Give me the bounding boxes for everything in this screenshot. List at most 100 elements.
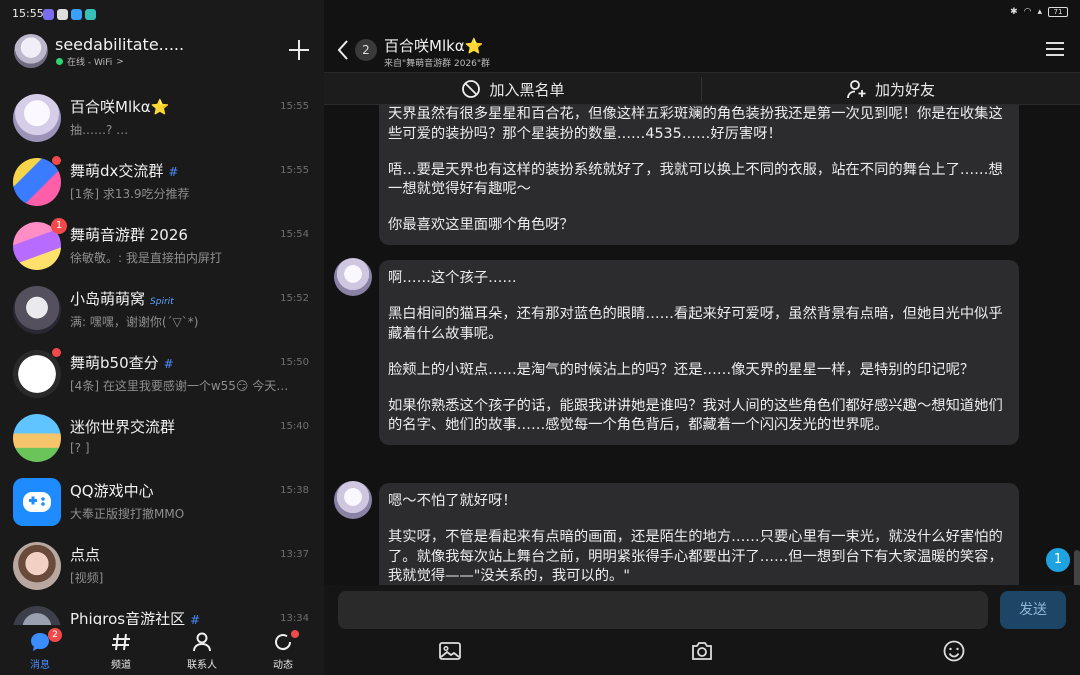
nav-contacts[interactable]: 联系人 <box>172 631 232 671</box>
emoji-button[interactable] <box>942 639 968 665</box>
list-item[interactable]: Phigros音游社区 # 13:34 <box>0 598 324 625</box>
unread-dot <box>52 348 61 357</box>
message-text: 黑白相间的猫耳朵，还有那对蓝色的眼睛……看起来好可爱呀，虽然背景有点暗，但她目光… <box>388 306 1003 342</box>
list-item[interactable]: 点点 [视频] 13:37 <box>0 534 324 598</box>
list-item[interactable]: 舞萌b50查分 # [4条] 在这里我要感谢一个w55😏 今天… 15:50 <box>0 342 324 406</box>
conversation-time: 13:37 <box>280 549 309 560</box>
chat-title: 百合咲Mlkα⭐ <box>384 37 484 55</box>
list-item[interactable]: 百合咲Mlkα⭐ 抽……? … 15:55 <box>0 86 324 150</box>
unread-dot <box>291 630 299 638</box>
conversation-preview: 满: 嘿嘿，谢谢你(´▽`*) <box>70 315 199 329</box>
menu-bar <box>1046 42 1064 44</box>
conversation-name: 舞萌音游群 2026 <box>70 226 188 244</box>
nav-label: 消息 <box>30 660 50 671</box>
image-icon <box>439 642 461 660</box>
conversation-name: 百合咲Mlkα⭐ <box>70 98 170 116</box>
conversation-preview: [1条] 求13.9吃分推荐 <box>70 187 190 201</box>
app-window: 15:55 seedabilitate..... 在线 - WiFi > 百合咲… <box>0 0 1080 675</box>
image-button[interactable] <box>438 639 464 665</box>
notification-icon <box>71 9 82 20</box>
back-button[interactable] <box>336 38 350 62</box>
conversation-name: QQ游戏中心 <box>70 482 154 500</box>
conversation-name: 迷你世界交流群 <box>70 418 176 436</box>
menu-bar <box>1046 48 1064 50</box>
status-bar: 15:55 <box>0 0 324 28</box>
add-friend-button[interactable]: 加为好友 <box>702 73 1080 105</box>
status-bar-right: ✱ ◠ ▴ 71 <box>1010 7 1068 17</box>
message-text: 天界虽然有很多星星和百合花，但像这样五彩斑斓的角色装扮我还是第一次见到呢！你是在… <box>388 106 1003 142</box>
conversation-time: 15:54 <box>280 229 309 240</box>
message-list: 天界虽然有很多星星和百合花，但像这样五彩斑斓的角色装扮我还是第一次见到呢！你是在… <box>324 105 1080 585</box>
conversation-preview: [4条] 在这里我要感谢一个w55😏 今天… <box>70 379 289 393</box>
list-item[interactable]: QQ游戏中心 大奉正版搜打撤MMO 15:38 <box>0 470 324 534</box>
nav-channels[interactable]: 频道 <box>91 631 151 671</box>
group-tag-icon: # <box>190 613 201 625</box>
conversation-preview: [视频] <box>70 571 104 585</box>
avatar <box>13 542 61 590</box>
avatar[interactable] <box>334 258 372 296</box>
message-text: 其实呀，不管是看起来有点暗的画面，还是陌生的地方……只要心里有一束光，就没什么好… <box>388 529 1003 584</box>
status-notification-icons <box>43 9 96 20</box>
camera-icon <box>692 642 712 660</box>
conversation-name-text: Phigros音游社区 <box>70 610 186 625</box>
avatar <box>13 286 61 334</box>
gamepad-icon <box>23 492 51 512</box>
add-user-icon <box>847 80 866 99</box>
avatar <box>13 94 61 142</box>
list-item[interactable]: 1 舞萌音游群 2026 徐敏敬。: 我是直接拍内屏打 15:54 <box>0 214 324 278</box>
send-button[interactable]: 发送 <box>1000 591 1066 629</box>
status-time: 15:55 <box>12 7 44 20</box>
wifi-icon: ◠ <box>1023 7 1032 17</box>
online-status[interactable]: 在线 - WiFi > <box>56 55 124 68</box>
conversation-name-text: 舞萌dx交流群 <box>70 162 164 180</box>
message-bubble: 嗯～不怕了就好呀！ 其实呀，不管是看起来有点暗的画面，还是陌生的地方……只要心里… <box>379 483 1019 585</box>
avatar <box>13 606 61 625</box>
message-input[interactable] <box>338 591 988 629</box>
message-text: 你最喜欢这里面哪个角色呀？ <box>388 217 574 233</box>
nav-badge: 2 <box>48 628 62 642</box>
list-item[interactable]: 舞萌dx交流群 # [1条] 求13.9吃分推荐 15:55 <box>0 150 324 214</box>
account-name[interactable]: seedabilitate..... <box>55 35 184 54</box>
chevron-left-icon <box>337 40 348 60</box>
conversation-name: Phigros音游社区 # <box>70 608 200 625</box>
conversation-name: 舞萌b50查分 # <box>70 352 174 373</box>
nav-moments[interactable]: 动态 <box>253 630 313 671</box>
person-icon <box>191 631 213 653</box>
avatar[interactable] <box>334 481 372 519</box>
add-button[interactable] <box>287 38 311 62</box>
conversation-time: 15:50 <box>280 357 309 368</box>
new-message-badge[interactable]: 1 <box>1046 548 1070 572</box>
nav-label: 联系人 <box>187 660 217 671</box>
menu-button[interactable] <box>1046 42 1064 56</box>
composer: 发送 <box>324 585 1080 633</box>
group-label-badge: Spirit <box>150 297 174 307</box>
conversation-preview: [? ] <box>70 441 90 455</box>
block-button[interactable]: 加入黑名单 <box>324 73 702 105</box>
avatar <box>13 350 61 398</box>
game-center-icon <box>13 478 61 526</box>
notification-icon <box>85 9 96 20</box>
message-bubble: 啊……这个孩子…… 黑白相间的猫耳朵，还有那对蓝色的眼睛……看起来好可爱呀，虽然… <box>379 260 1019 445</box>
unread-count-chip[interactable]: 2 <box>355 39 377 61</box>
nav-messages[interactable]: 2 消息 <box>10 628 70 671</box>
composer-toolbar <box>324 633 1080 675</box>
message-text: 如果你熟悉这个孩子的话，能跟我讲讲她是谁吗？我对人间的这些角色们都好感兴趣～想知… <box>388 397 1003 434</box>
conversation-list: 百合咲Mlkα⭐ 抽……? … 15:55 舞萌dx交流群 # [1条] 求13.… <box>0 86 324 625</box>
chat-subtitle: 来自"舞萌音游群 2026"群 <box>384 59 491 69</box>
block-icon <box>462 80 481 98</box>
online-dot-icon <box>56 58 63 65</box>
conversation-name-text: 舞萌b50查分 <box>70 354 159 372</box>
message-text: 脸颊上的小斑点……是淘气的时候沾上的吗？还是……像天界的星星一样，是特别的印记呢… <box>388 361 975 378</box>
list-item[interactable]: 迷你世界交流群 [? ] 15:40 <box>0 406 324 470</box>
action-bar: 加入黑名单 加为好友 <box>324 72 1080 105</box>
camera-button[interactable] <box>690 639 716 665</box>
conversation-time: 15:55 <box>280 101 309 112</box>
message-text: 唔…要是天界也有这样的装扮系统就好了，我就可以换上不同的衣服，站在不同的舞台上了… <box>388 161 1003 198</box>
bottom-nav: 2 消息 频道 联系人 动态 <box>0 625 324 675</box>
avatar[interactable] <box>14 34 48 68</box>
list-item[interactable]: 小岛萌萌窝 Spirit 满: 嘿嘿，谢谢你(´▽`*) 15:52 <box>0 278 324 342</box>
avatar <box>13 414 61 462</box>
battery-icon: 71 <box>1048 7 1068 17</box>
unread-badge: 1 <box>51 218 67 234</box>
notification-icon <box>57 9 68 20</box>
